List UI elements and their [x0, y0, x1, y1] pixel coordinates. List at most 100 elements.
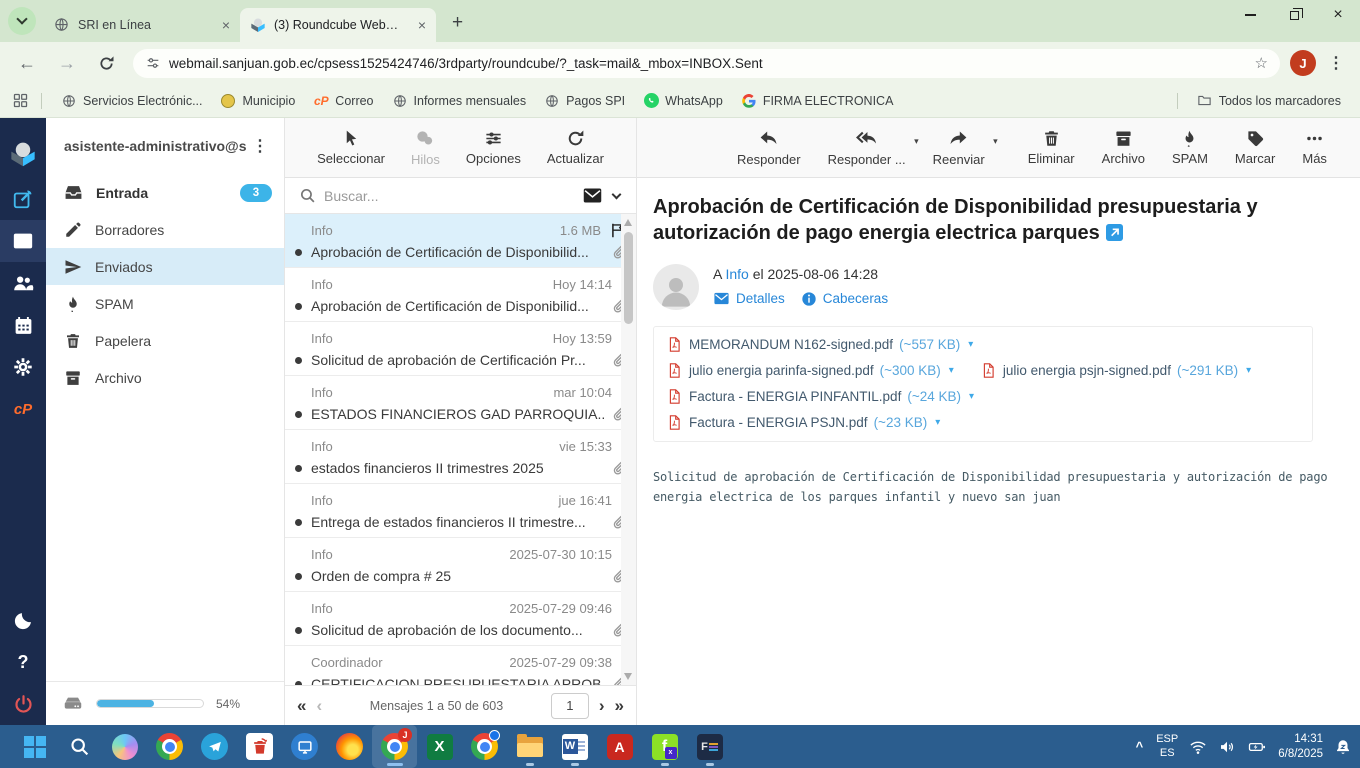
firefox-button[interactable]	[327, 725, 372, 768]
bookmark-star-icon[interactable]: ☆	[1255, 54, 1268, 72]
back-button[interactable]: ←	[10, 51, 44, 76]
envelope-icon[interactable]	[713, 290, 730, 307]
message-row[interactable]: Info 2025-07-30 10:15 Orden de compra # …	[285, 538, 636, 592]
details-toggle[interactable]: Detalles	[736, 291, 785, 306]
sidebar-item-enviados[interactable]: Enviados	[46, 248, 284, 285]
attachment-item[interactable]: Factura - ENERGIA PINFANTIL.pdf (~24 KB)…	[666, 388, 974, 405]
attachment-menu-caret-icon[interactable]: ▾	[935, 417, 940, 428]
start-button[interactable]	[12, 725, 57, 768]
attachment-item[interactable]: MEMORANDUM N162-signed.pdf (~557 KB) ▾	[666, 336, 973, 353]
next-page-button[interactable]: ›	[599, 696, 605, 716]
search-scope-envelope-icon[interactable]	[582, 185, 603, 206]
reload-button[interactable]	[90, 53, 123, 74]
new-tab-button[interactable]: +	[446, 12, 469, 34]
contacts-nav-button[interactable]	[0, 262, 46, 304]
recycle-app-button[interactable]	[237, 725, 282, 768]
sidebar-item-entrada[interactable]: Entrada 3	[46, 174, 284, 211]
message-row[interactable]: Info jue 16:41 Entrega de estados financ…	[285, 484, 636, 538]
bookmark-pagos-spi[interactable]: Pagos SPI	[537, 90, 632, 112]
file-explorer-button[interactable]	[507, 725, 552, 768]
sidebar-item-archivo[interactable]: Archivo	[46, 359, 284, 396]
bookmark-whatsapp[interactable]: WhatsApp	[636, 90, 730, 112]
calendar-nav-button[interactable]	[0, 304, 46, 346]
threads-button[interactable]: Hilos	[411, 129, 440, 167]
archive-button[interactable]: Archivo	[1102, 129, 1145, 166]
word-button[interactable]: W	[552, 725, 597, 768]
logout-button[interactable]	[0, 683, 46, 725]
taskbar-search-button[interactable]	[57, 725, 102, 768]
wifi-icon[interactable]	[1189, 738, 1207, 756]
search-options-chevron-icon[interactable]	[612, 189, 622, 199]
search-input[interactable]	[324, 188, 574, 204]
page-number-input[interactable]	[551, 693, 589, 719]
finance-app-button[interactable]: fx	[642, 725, 687, 768]
browser-tab-roundcube[interactable]: (3) Roundcube Webmail :: Envia ×	[240, 8, 436, 42]
dark-mode-button[interactable]	[0, 599, 46, 641]
dropdown-caret-icon[interactable]: ▾	[993, 136, 998, 147]
attachment-menu-caret-icon[interactable]: ▾	[949, 365, 954, 376]
site-settings-icon[interactable]	[145, 55, 161, 71]
language-indicator[interactable]: ESP ES	[1156, 733, 1178, 759]
message-row[interactable]: Info Hoy 14:14 Aprobación de Certificaci…	[285, 268, 636, 322]
chrome-active-button[interactable]: J	[372, 725, 417, 768]
attachment-item[interactable]: Factura - ENERGIA PSJN.pdf (~23 KB) ▾	[666, 414, 940, 431]
chrome-button[interactable]	[147, 725, 192, 768]
forward-button[interactable]: →	[50, 51, 84, 76]
telegram-button[interactable]	[192, 725, 237, 768]
tab-close-icon[interactable]: ×	[220, 17, 232, 33]
scroll-up-icon[interactable]	[624, 219, 632, 226]
last-page-button[interactable]: »	[615, 696, 624, 716]
first-page-button[interactable]: «	[297, 696, 306, 716]
sidebar-item-papelera[interactable]: Papelera	[46, 322, 284, 359]
settings-nav-button[interactable]	[0, 346, 46, 388]
open-in-new-window-icon[interactable]	[1106, 222, 1123, 248]
delete-button[interactable]: Eliminar	[1028, 129, 1075, 166]
sidebar-item-borradores[interactable]: Borradores	[46, 211, 284, 248]
window-minimize-button[interactable]	[1228, 0, 1272, 30]
attachment-menu-caret-icon[interactable]: ▾	[968, 339, 973, 350]
apps-grid-icon[interactable]	[12, 92, 29, 109]
notification-bell-icon[interactable]	[1334, 738, 1352, 756]
options-button[interactable]: Opciones	[466, 129, 521, 166]
message-row[interactable]: Info vie 15:33 estados financieros II tr…	[285, 430, 636, 484]
volume-icon[interactable]	[1218, 738, 1236, 756]
address-bar[interactable]: webmail.sanjuan.gob.ec/cpsess1525424746/…	[133, 49, 1280, 78]
attachment-item[interactable]: julio energia psjn-signed.pdf (~291 KB) …	[980, 362, 1251, 379]
reply-all-button[interactable]: Responder ... ▾	[828, 128, 906, 167]
bookmark-servicios[interactable]: Servicios Electrónic...	[54, 90, 209, 112]
acrobat-button[interactable]: A	[597, 725, 642, 768]
f-app-button[interactable]: F	[687, 725, 732, 768]
sidebar-item-spam[interactable]: SPAM	[46, 285, 284, 322]
spam-button[interactable]: SPAM	[1172, 129, 1208, 166]
select-button[interactable]: Seleccionar	[317, 129, 385, 166]
bookmark-informes[interactable]: Informes mensuales	[385, 90, 534, 112]
browser-menu-icon[interactable]: ⋮	[1322, 53, 1350, 73]
window-close-button[interactable]: ×	[1316, 0, 1360, 30]
headers-toggle[interactable]: Cabeceras	[823, 291, 888, 306]
excel-button[interactable]: X	[417, 725, 462, 768]
message-row[interactable]: Info 2025-07-29 09:46 Solicitud de aprob…	[285, 592, 636, 646]
bookmark-municipio[interactable]: Municipio	[213, 90, 302, 112]
attachment-item[interactable]: julio energia parinfa-signed.pdf (~300 K…	[666, 362, 954, 379]
tab-close-icon[interactable]: ×	[416, 17, 428, 33]
clock[interactable]: 14:31 6/8/2025	[1278, 732, 1323, 762]
message-row[interactable]: Info 1.6 MB Aprobación de Certificación …	[285, 214, 636, 268]
attachment-menu-caret-icon[interactable]: ▾	[1246, 365, 1251, 376]
mail-nav-button[interactable]	[0, 220, 46, 262]
tab-search-button[interactable]	[8, 7, 36, 35]
more-button[interactable]: Más	[1302, 129, 1327, 166]
window-restore-button[interactable]	[1272, 0, 1316, 30]
attachment-menu-caret-icon[interactable]: ▾	[969, 391, 974, 402]
mark-button[interactable]: Marcar	[1235, 129, 1275, 166]
browser-tab-sri[interactable]: SRI en Línea ×	[44, 8, 240, 42]
reply-button[interactable]: Responder	[737, 128, 801, 167]
dropdown-caret-icon[interactable]: ▾	[914, 136, 919, 147]
remote-desktop-button[interactable]	[282, 725, 327, 768]
message-row[interactable]: Info Hoy 13:59 Solicitud de aprobación d…	[285, 322, 636, 376]
prev-page-button[interactable]: ‹	[316, 696, 322, 716]
help-button[interactable]: ?	[0, 641, 46, 683]
tray-chevron-icon[interactable]: ^	[1134, 739, 1146, 754]
refresh-button[interactable]: Actualizar	[547, 129, 604, 166]
copilot-button[interactable]	[102, 725, 147, 768]
bookmark-firma[interactable]: FIRMA ELECTRONICA	[734, 90, 901, 112]
